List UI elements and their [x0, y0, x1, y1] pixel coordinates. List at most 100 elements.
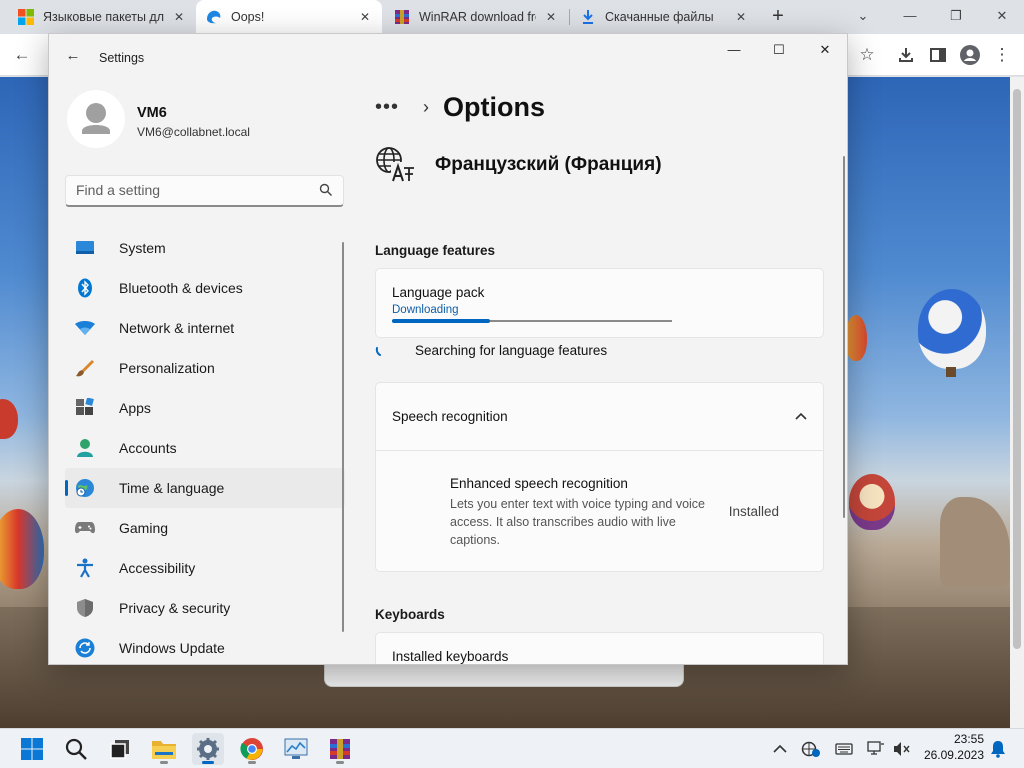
search-box[interactable] [65, 175, 344, 207]
balloon-basket [946, 367, 956, 377]
sidebar-item-label: Accessibility [119, 560, 196, 576]
sidebar-item-label: Personalization [119, 360, 215, 376]
taskbar: 23:55 26.09.2023 [0, 728, 1024, 768]
sidebar-nav: System Bluetooth & devices Network & int… [65, 228, 345, 664]
language-icon [376, 147, 414, 182]
chevron-up-icon[interactable] [795, 407, 807, 423]
sidebar-item-label: Bluetooth & devices [119, 280, 243, 296]
sidebar-item-windows-update[interactable]: Windows Update [65, 628, 345, 664]
page-title: Options [443, 92, 545, 122]
enhanced-speech-status: Installed [728, 504, 779, 519]
bookmark-star-icon[interactable]: ☆ [855, 43, 879, 67]
maximize-icon[interactable]: ☐ [764, 38, 794, 62]
settings-window: ← Settings ― ☐ ✕ VM6 VM6@collabnet.local… [48, 33, 848, 665]
sidebar-item-apps[interactable]: Apps [65, 388, 345, 428]
tab-downloads[interactable]: Скачанные файлы ✕ [570, 0, 758, 34]
tab-close-icon[interactable]: ✕ [358, 10, 372, 24]
task-view-icon [110, 740, 129, 759]
speech-recognition-header[interactable]: Speech recognition [376, 383, 823, 451]
language-pack-label: Language pack [392, 285, 485, 300]
sidebar-item-bluetooth[interactable]: Bluetooth & devices [65, 268, 345, 308]
browser-restore-icon[interactable]: ❐ [944, 4, 968, 28]
tab-label: Скачанные файлы [605, 10, 714, 24]
running-indicator [202, 761, 214, 764]
close-icon[interactable]: ✕ [810, 38, 840, 62]
sidebar-item-accessibility[interactable]: Accessibility [65, 548, 345, 588]
taskbar-winrar[interactable] [324, 733, 356, 765]
page-scrollbar-thumb[interactable] [1013, 89, 1021, 649]
search-input[interactable] [66, 176, 306, 204]
keyboard-icon[interactable] [834, 739, 854, 759]
taskbar-clock[interactable]: 23:55 26.09.2023 [916, 731, 984, 763]
tab-label: Oops! [231, 10, 265, 24]
start-button[interactable] [16, 733, 48, 765]
running-indicator [336, 761, 344, 764]
accounts-icon [75, 438, 95, 458]
wifi-icon [75, 318, 95, 338]
page-scrollbar[interactable] [1010, 77, 1024, 728]
sidebar-scrollbar[interactable] [342, 242, 344, 632]
network-icon[interactable] [866, 739, 886, 759]
folder-icon [152, 741, 176, 759]
tab-language-packs[interactable]: Языковые пакеты для ✕ [8, 0, 196, 34]
browser-minimize-icon[interactable]: ― [898, 4, 922, 28]
taskbar-chrome[interactable] [236, 733, 268, 765]
tab-search-icon[interactable]: ⌄ [851, 4, 875, 28]
download-progress-fill [392, 319, 490, 323]
windows-start-icon [21, 738, 43, 760]
back-arrow-icon[interactable]: ← [63, 47, 83, 67]
running-indicator [160, 761, 168, 764]
tab-close-icon[interactable]: ✕ [734, 10, 748, 24]
tab-close-icon[interactable]: ✕ [172, 10, 186, 24]
search-icon[interactable] [319, 183, 333, 197]
language-pack-card: Language pack Downloading [375, 268, 824, 338]
browser-close-icon[interactable]: ✕ [990, 4, 1014, 28]
breadcrumb-more-button[interactable]: ••• [375, 96, 407, 119]
taskbar-file-explorer[interactable] [148, 733, 180, 765]
taskbar-settings[interactable] [192, 733, 224, 765]
volume-muted-icon[interactable] [892, 739, 912, 759]
gear-icon [197, 738, 219, 760]
tab-oops[interactable]: Oops! ✕ [196, 0, 382, 34]
tray-overflow-icon[interactable] [770, 739, 790, 759]
tab-label: Языковые пакеты для [43, 10, 164, 24]
spinner-icon [375, 347, 381, 356]
avatar[interactable] [67, 90, 125, 148]
sidebar-item-privacy[interactable]: Privacy & security [65, 588, 345, 628]
update-icon [75, 638, 95, 658]
tab-winrar[interactable]: WinRAR download free ✕ [384, 0, 568, 34]
balloon-image [0, 399, 18, 439]
cloud-status-icon[interactable] [801, 739, 821, 759]
downloads-icon[interactable] [894, 43, 918, 67]
new-tab-button[interactable]: + [766, 4, 790, 28]
sidebar-item-system[interactable]: System [65, 228, 345, 268]
taskbar-resource-monitor[interactable] [280, 733, 312, 765]
sidebar-item-network[interactable]: Network & internet [65, 308, 345, 348]
taskbar-search-button[interactable] [60, 733, 92, 765]
installed-keyboards-card: Installed keyboards [375, 632, 824, 664]
user-silhouette-icon [82, 103, 110, 134]
accessibility-icon [75, 558, 95, 578]
search-icon [65, 738, 87, 760]
sidebar-item-accounts[interactable]: Accounts [65, 428, 345, 468]
enhanced-speech-description: Lets you enter text with voice typing an… [450, 497, 706, 547]
winrar-icon [330, 739, 350, 759]
sidebar-item-time-language[interactable]: Time & language [65, 468, 345, 508]
sidebar-item-personalization[interactable]: Personalization [65, 348, 345, 388]
task-view-button[interactable] [104, 733, 136, 765]
system-icon [75, 238, 95, 258]
notification-bell-icon[interactable] [988, 739, 1008, 759]
content-scrollbar[interactable] [843, 156, 845, 518]
minimize-icon[interactable]: ― [719, 38, 749, 62]
edge-icon [206, 9, 222, 25]
back-icon[interactable]: ← [10, 43, 34, 67]
shield-icon [75, 598, 95, 618]
menu-icon[interactable]: ⋮ [990, 43, 1014, 67]
profile-icon[interactable] [958, 43, 982, 67]
sidebar-item-gaming[interactable]: Gaming [65, 508, 345, 548]
side-panel-icon[interactable] [926, 43, 950, 67]
section-heading-language-features: Language features [375, 243, 496, 258]
installed-keyboards-label: Installed keyboards [392, 649, 509, 664]
running-indicator [248, 761, 256, 764]
tab-close-icon[interactable]: ✕ [544, 10, 558, 24]
